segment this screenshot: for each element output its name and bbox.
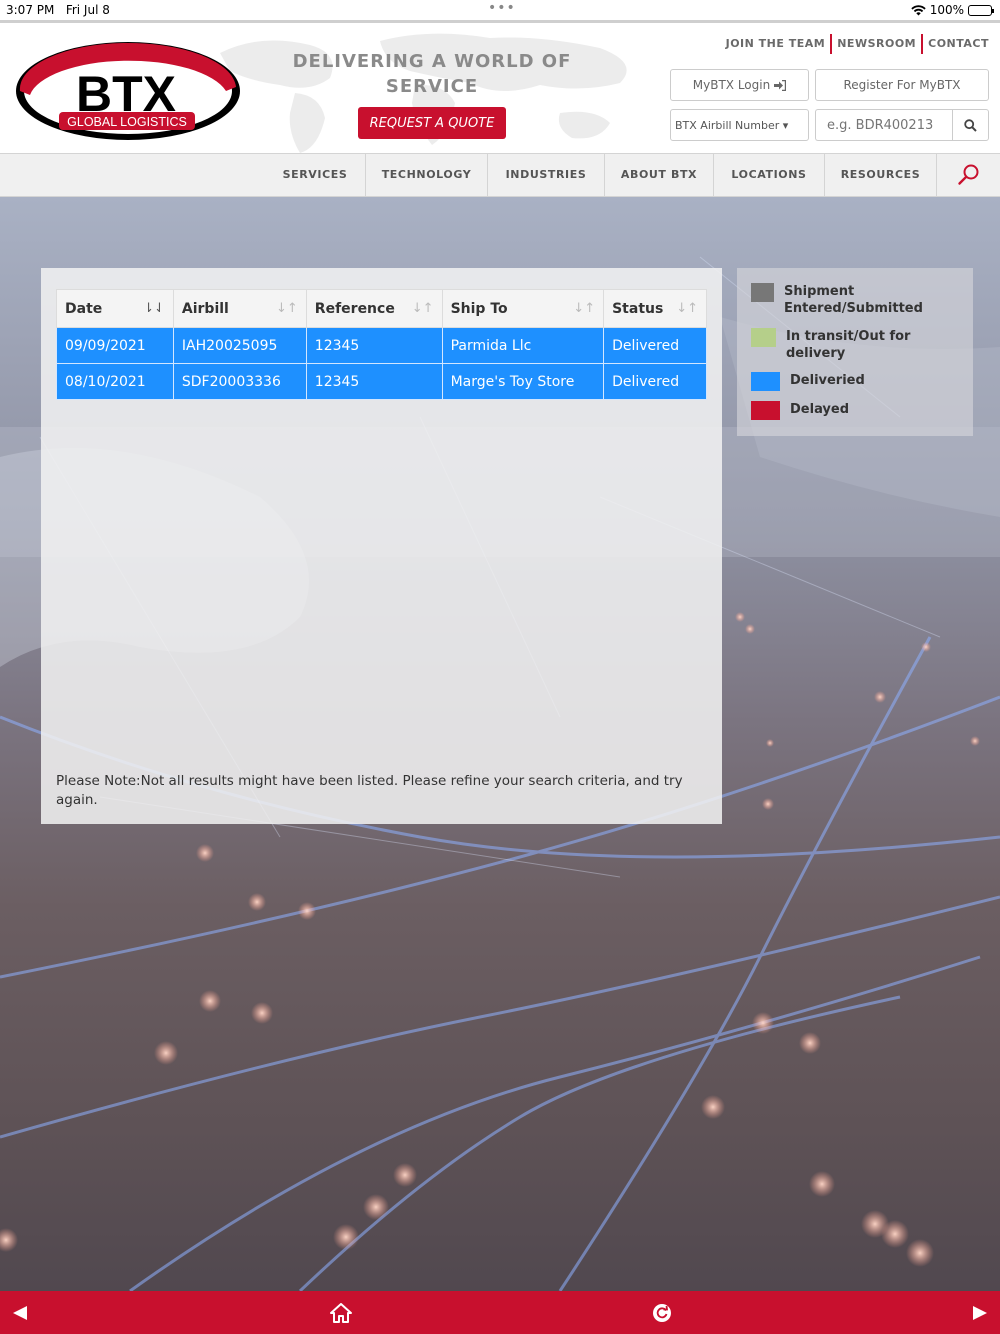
status-legend: Shipment Entered/Submitted In transit/Ou… (737, 268, 973, 436)
results-note: Please Note:Not all results might have b… (56, 773, 683, 808)
cell-reference: 12345 (305, 327, 443, 364)
multitask-dots-icon[interactable]: ••• (488, 0, 516, 16)
column-header-reference[interactable]: Reference ↓↑ (305, 289, 443, 328)
cell-ship-to: Marge's Toy Store (441, 363, 605, 400)
search-icon (957, 164, 978, 185)
tagline: DELIVERING A WORLD OF SERVICE (292, 51, 572, 97)
nav-industries[interactable]: INDUSTRIES (487, 154, 604, 196)
column-header-airbill[interactable]: Airbill ↓↑ (172, 289, 307, 328)
back-arrow-icon (13, 1306, 27, 1320)
wifi-icon (910, 4, 926, 15)
cell-airbill[interactable]: IAH20025095 (172, 327, 307, 364)
back-button[interactable] (5, 1299, 35, 1327)
search-icon (964, 118, 977, 132)
table-header-row: Date ⇂⇃ Airbill ↓↑ Reference ↓↑ Ship To ↓↑ S… (56, 289, 707, 328)
legend-swatch (751, 372, 780, 391)
home-icon (330, 1303, 352, 1323)
nav-technology[interactable]: TECHNOLOGY (365, 154, 487, 196)
join-team-link[interactable]: JOIN THE TEAM (721, 37, 831, 54)
column-header-ship-to[interactable]: Ship To ↓↑ (441, 289, 605, 328)
table-row[interactable]: 08/10/2021 SDF20003336 12345 Marge's Toy… (56, 363, 707, 400)
cell-date: 08/10/2021 (56, 363, 174, 400)
newsroom-link[interactable]: NEWSROOM (832, 37, 921, 54)
nav-search-button[interactable] (936, 154, 1000, 196)
cell-status: Delivered (603, 327, 707, 364)
sort-icon[interactable]: ↓↑ (412, 301, 434, 316)
battery-icon (968, 4, 994, 16)
home-button[interactable] (326, 1299, 356, 1327)
sort-icon[interactable]: ↓↑ (573, 301, 595, 316)
cell-reference: 12345 (305, 363, 443, 400)
nav-about-btx[interactable]: ABOUT BTX (604, 154, 713, 196)
column-header-status[interactable]: Status ↓↑ (603, 289, 707, 328)
mybtx-login-button[interactable]: MyBTX Login (670, 69, 809, 101)
forward-arrow-icon (973, 1306, 987, 1320)
nav-services[interactable]: SERVICES (265, 154, 365, 196)
btx-logo[interactable]: BTX GLOBAL LOGISTICS (12, 39, 244, 143)
sort-icon[interactable]: ↓↑ (276, 301, 298, 316)
cell-ship-to: Parmida Llc (441, 327, 605, 364)
main-nav: SERVICES TECHNOLOGY INDUSTRIES ABOUT BTX… (0, 153, 1000, 197)
refresh-icon (653, 1304, 671, 1322)
site-header: BTX GLOBAL LOGISTICS DELIVERING A WORLD … (0, 20, 1000, 153)
request-quote-button[interactable]: REQUEST A QUOTE (358, 107, 506, 139)
airbill-type-select[interactable]: BTX Airbill Number ▾ (670, 109, 809, 141)
nav-locations[interactable]: LOCATIONS (713, 154, 824, 196)
airbill-search-input[interactable] (815, 109, 953, 141)
contact-link[interactable]: CONTACT (923, 37, 994, 54)
legend-swatch (751, 328, 776, 347)
legend-item-delayed: Delayed (751, 401, 849, 420)
register-mybtx-button[interactable]: Register For MyBTX (815, 69, 989, 101)
forward-button[interactable] (965, 1299, 995, 1327)
cell-airbill[interactable]: SDF20003336 (172, 363, 307, 400)
legend-item-submitted: Shipment Entered/Submitted (751, 283, 934, 317)
battery-percent: 100% (929, 3, 964, 17)
results-panel: Date ⇂⇃ Airbill ↓↑ Reference ↓↑ Ship To ↓↑ S… (41, 268, 722, 824)
bottom-toolbar (0, 1291, 1000, 1334)
table-row[interactable]: 09/09/2021 IAH20025095 12345 Parmida Llc… (56, 327, 707, 364)
top-links: JOIN THE TEAM NEWSROOM CONTACT (721, 34, 994, 54)
nav-resources[interactable]: RESOURCES (824, 154, 936, 196)
column-header-date[interactable]: Date ⇂⇃ (56, 289, 174, 328)
legend-swatch (751, 401, 780, 420)
cell-date: 09/09/2021 (56, 327, 174, 364)
refresh-button[interactable] (647, 1299, 677, 1327)
sort-desc-icon[interactable]: ⇂⇃ (143, 301, 165, 316)
shipments-table: Date ⇂⇃ Airbill ↓↑ Reference ↓↑ Ship To ↓↑ S… (56, 289, 707, 400)
legend-item-delivered: Deliveried (751, 372, 865, 391)
logo-subtext: GLOBAL LOGISTICS (67, 115, 187, 129)
status-time: 3:07 PM Fri Jul 8 (6, 3, 110, 17)
status-bar: 3:07 PM Fri Jul 8 ••• 100% (0, 0, 1000, 20)
airbill-search-button[interactable] (952, 109, 989, 141)
cell-status: Delivered (603, 363, 707, 400)
login-icon (774, 79, 787, 91)
legend-swatch (751, 283, 774, 302)
caret-down-icon: ▾ (782, 119, 789, 132)
legend-item-in-transit: In transit/Out for delivery (751, 328, 936, 362)
sort-icon[interactable]: ↓↑ (676, 301, 698, 316)
